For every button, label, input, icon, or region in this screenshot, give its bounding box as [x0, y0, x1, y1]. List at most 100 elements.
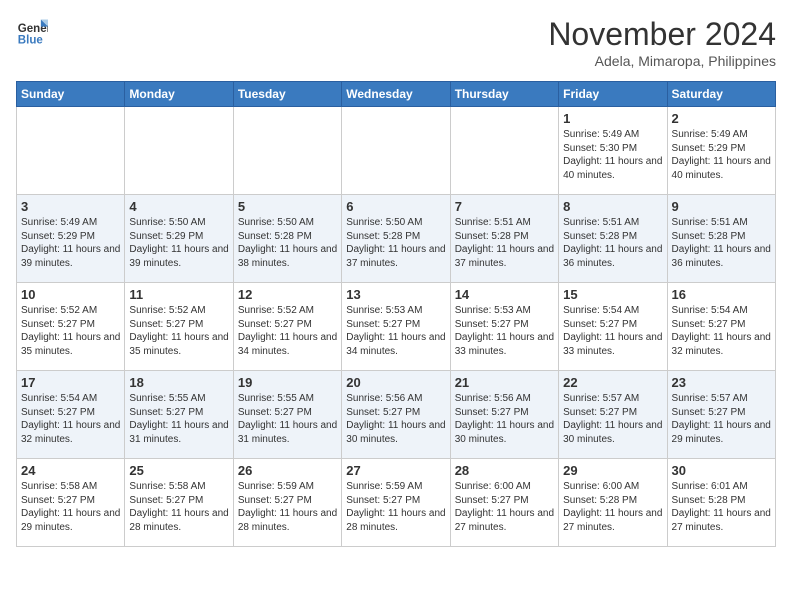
month-title: November 2024: [548, 16, 776, 53]
day-number: 17: [21, 375, 120, 390]
day-number: 12: [238, 287, 337, 302]
cell-info: Sunrise: 6:00 AM: [563, 480, 662, 494]
calendar-cell: 12Sunrise: 5:52 AMSunset: 5:27 PMDayligh…: [233, 283, 341, 371]
cell-info: Sunset: 5:27 PM: [455, 318, 554, 332]
cell-info: Sunrise: 5:49 AM: [21, 216, 120, 230]
cell-info: Sunrise: 5:58 AM: [21, 480, 120, 494]
cell-info: Daylight: 11 hours and 40 minutes.: [563, 155, 662, 182]
calendar-cell: 13Sunrise: 5:53 AMSunset: 5:27 PMDayligh…: [342, 283, 450, 371]
cell-info: Daylight: 11 hours and 39 minutes.: [21, 243, 120, 270]
cell-info: Daylight: 11 hours and 29 minutes.: [672, 419, 771, 446]
cell-info: Daylight: 11 hours and 33 minutes.: [563, 331, 662, 358]
cell-info: Daylight: 11 hours and 36 minutes.: [672, 243, 771, 270]
cell-info: Sunset: 5:27 PM: [346, 318, 445, 332]
cell-info: Sunrise: 5:49 AM: [563, 128, 662, 142]
calendar-cell: 3Sunrise: 5:49 AMSunset: 5:29 PMDaylight…: [17, 195, 125, 283]
day-number: 24: [21, 463, 120, 478]
cell-info: Sunrise: 5:51 AM: [455, 216, 554, 230]
cell-info: Sunrise: 5:52 AM: [21, 304, 120, 318]
day-number: 20: [346, 375, 445, 390]
logo-icon: General Blue: [16, 16, 48, 48]
cell-info: Sunset: 5:27 PM: [346, 494, 445, 508]
cell-info: Daylight: 11 hours and 37 minutes.: [346, 243, 445, 270]
cell-info: Daylight: 11 hours and 40 minutes.: [672, 155, 771, 182]
cell-info: Daylight: 11 hours and 34 minutes.: [346, 331, 445, 358]
cell-info: Sunrise: 5:53 AM: [346, 304, 445, 318]
calendar-cell: 7Sunrise: 5:51 AMSunset: 5:28 PMDaylight…: [450, 195, 558, 283]
cell-info: Daylight: 11 hours and 32 minutes.: [672, 331, 771, 358]
title-block: November 2024 Adela, Mimaropa, Philippin…: [548, 16, 776, 69]
cell-info: Sunset: 5:28 PM: [346, 230, 445, 244]
cell-info: Sunrise: 5:51 AM: [672, 216, 771, 230]
day-number: 6: [346, 199, 445, 214]
calendar-cell: 10Sunrise: 5:52 AMSunset: 5:27 PMDayligh…: [17, 283, 125, 371]
cell-info: Sunset: 5:27 PM: [455, 406, 554, 420]
calendar-cell: [17, 107, 125, 195]
logo: General Blue: [16, 16, 48, 48]
cell-info: Sunset: 5:28 PM: [455, 230, 554, 244]
cell-info: Sunrise: 5:50 AM: [129, 216, 228, 230]
day-number: 3: [21, 199, 120, 214]
weekday-header: Sunday: [17, 82, 125, 107]
cell-info: Sunrise: 5:52 AM: [238, 304, 337, 318]
cell-info: Sunset: 5:28 PM: [238, 230, 337, 244]
cell-info: Sunrise: 6:00 AM: [455, 480, 554, 494]
cell-info: Sunset: 5:27 PM: [238, 406, 337, 420]
cell-info: Sunset: 5:27 PM: [346, 406, 445, 420]
calendar-cell: 21Sunrise: 5:56 AMSunset: 5:27 PMDayligh…: [450, 371, 558, 459]
cell-info: Sunset: 5:28 PM: [672, 494, 771, 508]
calendar-cell: 1Sunrise: 5:49 AMSunset: 5:30 PMDaylight…: [559, 107, 667, 195]
day-number: 16: [672, 287, 771, 302]
calendar-cell: 5Sunrise: 5:50 AMSunset: 5:28 PMDaylight…: [233, 195, 341, 283]
cell-info: Sunset: 5:27 PM: [21, 406, 120, 420]
cell-info: Daylight: 11 hours and 30 minutes.: [455, 419, 554, 446]
day-number: 10: [21, 287, 120, 302]
cell-info: Sunrise: 5:58 AM: [129, 480, 228, 494]
calendar-cell: 22Sunrise: 5:57 AMSunset: 5:27 PMDayligh…: [559, 371, 667, 459]
svg-text:Blue: Blue: [18, 35, 44, 47]
cell-info: Daylight: 11 hours and 33 minutes.: [455, 331, 554, 358]
weekday-header: Monday: [125, 82, 233, 107]
cell-info: Sunrise: 5:59 AM: [346, 480, 445, 494]
cell-info: Sunset: 5:27 PM: [129, 494, 228, 508]
calendar-cell: 19Sunrise: 5:55 AMSunset: 5:27 PMDayligh…: [233, 371, 341, 459]
day-number: 19: [238, 375, 337, 390]
calendar-table: SundayMondayTuesdayWednesdayThursdayFrid…: [16, 81, 776, 547]
cell-info: Sunset: 5:27 PM: [21, 494, 120, 508]
weekday-header: Thursday: [450, 82, 558, 107]
cell-info: Daylight: 11 hours and 28 minutes.: [129, 507, 228, 534]
day-number: 5: [238, 199, 337, 214]
cell-info: Sunset: 5:27 PM: [563, 406, 662, 420]
calendar-cell: 29Sunrise: 6:00 AMSunset: 5:28 PMDayligh…: [559, 459, 667, 547]
cell-info: Daylight: 11 hours and 35 minutes.: [129, 331, 228, 358]
day-number: 4: [129, 199, 228, 214]
cell-info: Daylight: 11 hours and 28 minutes.: [346, 507, 445, 534]
cell-info: Daylight: 11 hours and 28 minutes.: [238, 507, 337, 534]
day-number: 21: [455, 375, 554, 390]
cell-info: Daylight: 11 hours and 27 minutes.: [672, 507, 771, 534]
day-number: 14: [455, 287, 554, 302]
cell-info: Sunset: 5:29 PM: [129, 230, 228, 244]
calendar-cell: 6 Sunrise: 5:50 AMSunset: 5:28 PMDaylight…: [342, 195, 450, 283]
calendar-cell: [342, 107, 450, 195]
cell-info: Sunrise: 5:53 AM: [455, 304, 554, 318]
cell-info: Sunset: 5:27 PM: [672, 406, 771, 420]
cell-info: Daylight: 11 hours and 27 minutes.: [563, 507, 662, 534]
cell-info: Sunrise: 5:50 AM: [346, 216, 445, 230]
day-number: 2: [672, 111, 771, 126]
day-number: 30: [672, 463, 771, 478]
weekday-header: Wednesday: [342, 82, 450, 107]
calendar-cell: 14 Sunrise: 5:53 AMSunset: 5:27 PMDayligh…: [450, 283, 558, 371]
cell-info: Daylight: 11 hours and 35 minutes.: [21, 331, 120, 358]
calendar-cell: [125, 107, 233, 195]
calendar-cell: 15Sunrise: 5:54 AMSunset: 5:27 PMDayligh…: [559, 283, 667, 371]
cell-info: Daylight: 11 hours and 31 minutes.: [238, 419, 337, 446]
calendar-cell: 2Sunrise: 5:49 AMSunset: 5:29 PMDaylight…: [667, 107, 775, 195]
day-number: 25: [129, 463, 228, 478]
weekday-header: Friday: [559, 82, 667, 107]
day-number: 27: [346, 463, 445, 478]
calendar-cell: 8Sunrise: 5:51 AMSunset: 5:28 PMDaylight…: [559, 195, 667, 283]
cell-info: Daylight: 11 hours and 29 minutes.: [21, 507, 120, 534]
calendar-cell: [450, 107, 558, 195]
cell-info: Daylight: 11 hours and 31 minutes.: [129, 419, 228, 446]
